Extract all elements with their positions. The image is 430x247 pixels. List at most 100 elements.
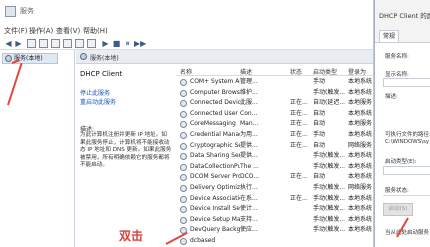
- forward-icon[interactable]: ▶: [14, 39, 23, 48]
- table-row[interactable]: Device Setup Manager支持... 手动(触发...本地系统: [176, 215, 373, 226]
- cell-startup: 手动(触发...: [313, 152, 346, 160]
- display-name-field[interactable]: [383, 78, 430, 87]
- export-list-icon[interactable]: [63, 39, 72, 48]
- cell-desc: 管理...: [240, 78, 258, 85]
- cell-name: Connected User Experien...: [190, 109, 240, 117]
- menu-view[interactable]: 查看(V): [56, 26, 80, 36]
- console-tree: 服务(本地): [0, 50, 75, 247]
- tree-item-services-local[interactable]: 服务(本地): [2, 53, 58, 64]
- cell-startup: 手动(触发...: [313, 162, 346, 170]
- services-window: 服务 文件(F) 操作(A) 查看(V) 帮助(H) ◀ ▶ ▶ ■ ⏸ ▶▶ …: [0, 0, 374, 247]
- console-tree-icon[interactable]: [27, 39, 36, 48]
- gear-icon: [180, 163, 187, 171]
- stop-service-link[interactable]: 停止此服务: [80, 88, 110, 97]
- properties-icon[interactable]: [39, 39, 48, 48]
- table-row[interactable]: Computer Browser维护... 手动(触发...本地系统: [176, 88, 373, 99]
- start-button[interactable]: 启动(S): [383, 203, 413, 216]
- gear-icon: [180, 142, 187, 150]
- cell-logon: 本地系统: [348, 173, 373, 181]
- column-header-status[interactable]: 状态: [290, 67, 302, 76]
- table-row[interactable]: Data Sharing Service提供... 手动(触发...本地系统: [176, 151, 373, 162]
- table-row[interactable]: Cryptographic Services提供... 正在... 自动 网络服务: [176, 141, 373, 152]
- pause-service-icon[interactable]: ⏸: [123, 39, 132, 48]
- exe-path-value: C:\WINDOWS\sy: [385, 139, 430, 145]
- column-header-startup-type[interactable]: 启动类型: [313, 67, 337, 76]
- cell-desc: 维护...: [240, 88, 258, 96]
- table-row[interactable]: dcbased: [176, 236, 373, 247]
- start-service-icon[interactable]: ▶: [101, 39, 110, 48]
- exe-path-label: 可执行文件的路径:: [385, 132, 430, 138]
- cell-name: Device Setup Manager: [190, 215, 240, 223]
- table-row[interactable]: Connected User Experien...Con... 正在... 自动 本…: [176, 109, 373, 120]
- service-status-label: 服务状态:: [385, 188, 409, 194]
- table-row[interactable]: DCOM Server Process La...DCO... 正在... 自动 本地…: [176, 172, 373, 183]
- cell-startup: 手动(触发...: [313, 205, 346, 213]
- cell-desc: 此服...: [240, 99, 258, 107]
- gear-icon: [180, 132, 187, 139]
- cell-desc: 提供...: [240, 141, 258, 149]
- table-row[interactable]: Device Install Service使计... 手动(触发...本地系统: [176, 204, 373, 215]
- cell-logon: 本地服务: [348, 120, 373, 128]
- cell-startup: 手动: [313, 131, 326, 138]
- gear-icon: [180, 238, 187, 245]
- cell-desc: Man...: [240, 120, 259, 128]
- properties-dialog: DHCP Client 的属性 常规 服务名称: 显示名称: 描述: 可执行文件…: [374, 0, 430, 247]
- cell-name: Delivery Optimization: [190, 184, 240, 191]
- cell-logon: 本地系统: [348, 109, 373, 117]
- cell-logon: 本地系统: [348, 205, 373, 213]
- services-list: 名称 描述 状态 启动类型 登录为 COM+ System Applicatio…: [176, 64, 373, 247]
- column-header-description[interactable]: 描述: [240, 67, 252, 76]
- services-app-icon: [5, 6, 16, 17]
- column-header-name[interactable]: 名称: [180, 67, 192, 76]
- cell-name: COM+ System Application: [190, 78, 240, 85]
- table-row[interactable]: DevQuery Background D...使应... 手动(触发...本地系…: [176, 225, 373, 236]
- stop-service-icon[interactable]: ■: [112, 39, 121, 48]
- help-icon[interactable]: [75, 39, 84, 48]
- table-row[interactable]: Connected Device Platfor...此服... 正在... 自动(…: [176, 98, 373, 109]
- back-icon[interactable]: ◀: [4, 39, 13, 48]
- table-row[interactable]: Device Association Service在系... 正在... 手动(触…: [176, 194, 373, 205]
- gear-icon: [180, 89, 187, 97]
- restart-service-link[interactable]: 重启动此服务: [80, 97, 116, 106]
- cell-status: 正在...: [290, 99, 308, 107]
- cell-logon: 本地系统: [348, 131, 373, 138]
- toolbar: ◀ ▶ ▶ ■ ⏸ ▶▶: [0, 37, 373, 50]
- table-row[interactable]: DataCollectionPublishing...The ... 手动(触发.…: [176, 162, 373, 173]
- cell-status: 正在...: [290, 194, 308, 202]
- title-bar: 服务: [0, 0, 373, 24]
- cell-desc: 提供...: [240, 152, 258, 160]
- column-header-logon[interactable]: 登录为: [348, 67, 366, 76]
- cell-desc: The ...: [240, 162, 259, 170]
- cell-name: DataCollectionPublishing...: [190, 162, 240, 170]
- startup-type-select[interactable]: [383, 166, 430, 175]
- table-row[interactable]: CoreMessaging Man... 正在... 自动 本地服务: [176, 119, 373, 130]
- cell-startup: 手动: [313, 78, 326, 85]
- start-hint-text: 当从此处启动服务: [385, 230, 430, 236]
- gear-icon: [180, 174, 187, 182]
- menu-help[interactable]: 帮助(H): [83, 26, 108, 36]
- gear-icon: [180, 121, 187, 129]
- menu-action[interactable]: 操作(A): [29, 26, 53, 36]
- refresh-icon[interactable]: [51, 39, 60, 48]
- cell-name: Data Sharing Service: [190, 152, 240, 160]
- gear-icon: [180, 79, 187, 86]
- menu-bar: 文件(F) 操作(A) 查看(V) 帮助(H): [0, 24, 373, 37]
- gear-icon: [180, 185, 187, 192]
- restart-service-icon[interactable]: ▶▶: [134, 39, 146, 48]
- cell-logon: 本地系统: [348, 215, 373, 223]
- show-icon[interactable]: [87, 39, 96, 48]
- menu-file[interactable]: 文件(F): [4, 26, 28, 36]
- cell-startup: 手动(触发...: [313, 215, 346, 223]
- cell-status: 正在...: [290, 173, 308, 181]
- cell-logon: 本地系统: [348, 88, 373, 96]
- table-row[interactable]: Delivery Optimization执行... 手动(触发...网络服务: [176, 183, 373, 194]
- gear-icon: [180, 153, 187, 161]
- cell-startup: 手动(触发...: [313, 184, 346, 191]
- table-row[interactable]: COM+ System Application管理... 手动 本地系统: [176, 77, 373, 88]
- tab-general[interactable]: 常规: [379, 30, 399, 42]
- gear-icon: [5, 55, 12, 62]
- cell-logon: 本地系统: [348, 226, 373, 234]
- cell-name: dcbased: [190, 237, 216, 244]
- dialog-title: DHCP Client 的属性: [379, 12, 430, 20]
- table-row[interactable]: Credential Manager为用... 正在... 手动 本地系统: [176, 130, 373, 141]
